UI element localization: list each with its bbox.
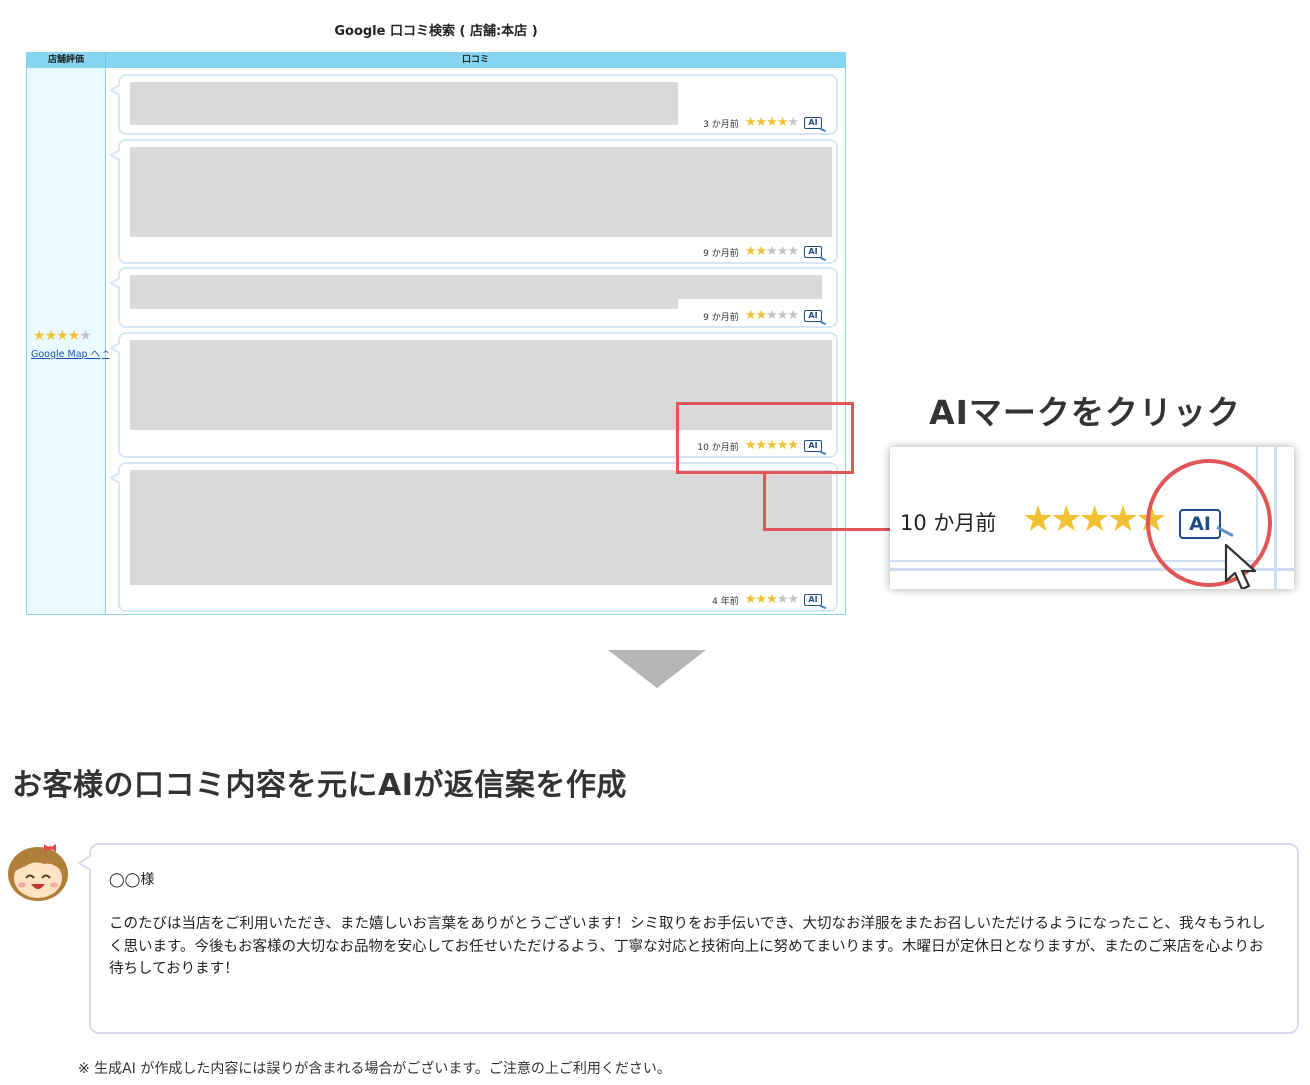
review-text-redacted [130, 275, 678, 309]
star-filled-icon: ★ [744, 592, 757, 607]
star-empty-icon: ★ [776, 244, 789, 259]
star-filled-icon: ★ [755, 115, 767, 130]
review-date: 3 か月前 [703, 119, 739, 130]
star-filled-icon: ★ [44, 328, 58, 344]
review-meta: 9 か月前 ★★★★★ AI [703, 309, 822, 323]
connector-line [763, 474, 766, 531]
shop-rating-column: ★★★★★ Google Map へ ^ [27, 68, 110, 614]
connector-line [763, 528, 891, 531]
review-item: 3 か月前 ★★★★★ AI [109, 74, 838, 135]
star-filled-icon: ★ [744, 308, 757, 323]
header-reviews: 口コミ [461, 55, 489, 65]
highlight-box [676, 402, 854, 474]
review-item: 9 か月前 ★★★★★ AI [109, 139, 838, 264]
star-empty-icon: ★ [787, 244, 799, 259]
star-filled-icon: ★ [744, 244, 757, 259]
review-date: 9 か月前 [703, 312, 739, 323]
mouse-pointer-icon [1224, 543, 1257, 589]
star-filled-icon: ★ [67, 328, 81, 344]
star-filled-icon: ★ [755, 308, 767, 323]
star-filled-icon: ★ [766, 115, 778, 130]
review-table: 店舗評価 口コミ ★★★★★ Google Map へ ^ 3 か月前 ★★★★★… [26, 52, 846, 615]
star-filled-icon: ★ [766, 592, 778, 607]
star-empty-icon: ★ [776, 308, 789, 323]
reply-body: このたびは当店をご利用いただき、また嬉しいお言葉をありがとうございます！シミ取り… [109, 916, 1266, 977]
section-title: お客様の口コミ内容を元にAIが返信案を作成 [12, 768, 627, 803]
avatar [8, 844, 68, 901]
review-meta: 9 か月前 ★★★★★ AI [703, 245, 822, 259]
review-text-redacted [130, 82, 678, 125]
review-stars: ★★★★★ [744, 244, 799, 259]
star-filled-icon: ★ [776, 115, 789, 130]
table-header: 店舗評価 口コミ [27, 53, 845, 68]
star-filled-icon: ★ [56, 328, 69, 344]
ai-reply-draft: ◯◯様 このたびは当店をご利用いただき、また嬉しいお言葉をありがとうございます！… [77, 843, 1299, 1034]
review-meta: 4 年前 ★★★★★ AI [712, 593, 822, 607]
star-empty-icon: ★ [766, 308, 778, 323]
zoomed-review-stars: ★★★★★ [1022, 499, 1167, 540]
star-empty-icon: ★ [766, 244, 778, 259]
star-empty-icon: ★ [79, 328, 92, 344]
down-arrow-icon [608, 650, 706, 688]
review-date: 4 年前 [712, 596, 739, 607]
ai-reply-icon[interactable]: AI [804, 246, 822, 258]
star-filled-icon: ★ [755, 592, 767, 607]
header-shop-rating: 店舗評価 [27, 53, 106, 68]
ai-reply-icon[interactable]: AI [804, 117, 822, 129]
ai-reply-icon[interactable]: AI [804, 594, 822, 606]
review-text-redacted [678, 275, 822, 299]
review-stars: ★★★★★ [744, 592, 799, 607]
star-filled-icon: ★ [744, 115, 757, 130]
google-map-link[interactable]: Google Map へ ^ [31, 346, 110, 360]
review-meta: 3 か月前 ★★★★★ AI [703, 116, 822, 130]
callout-title: AIマークをクリック [929, 393, 1241, 432]
star-empty-icon: ★ [787, 115, 799, 130]
review-item: 4 年前 ★★★★★ AI [109, 462, 838, 612]
review-item: 9 か月前 ★★★★★ AI [109, 267, 838, 328]
reply-salutation: ◯◯様 [109, 872, 155, 888]
review-stars: ★★★★★ [744, 308, 799, 323]
disclaimer-note: ※ 生成AI が作成した内容には誤りが含まれる場合がございます。ご注意の上ご利用… [78, 1061, 671, 1077]
zoomed-review-date: 10 か月前 [900, 511, 997, 535]
review-text-redacted [130, 470, 832, 585]
star-empty-icon: ★ [776, 592, 789, 607]
review-text-redacted [130, 147, 832, 237]
star-filled-icon: ★ [755, 244, 767, 259]
review-stars: ★★★★★ [744, 115, 799, 130]
star-empty-icon: ★ [787, 308, 799, 323]
zoomed-review-meta: 10 か月前 ★★★★★ AI [890, 447, 1294, 589]
shop-rating-stars: ★★★★★ [33, 328, 92, 344]
page-title: Google 口コミ検索 ( 店舗:本店 ) [334, 24, 538, 39]
review-date: 9 か月前 [703, 248, 739, 259]
star-empty-icon: ★ [787, 592, 799, 607]
ai-reply-icon[interactable]: AI [804, 310, 822, 322]
star-filled-icon: ★ [33, 328, 46, 344]
